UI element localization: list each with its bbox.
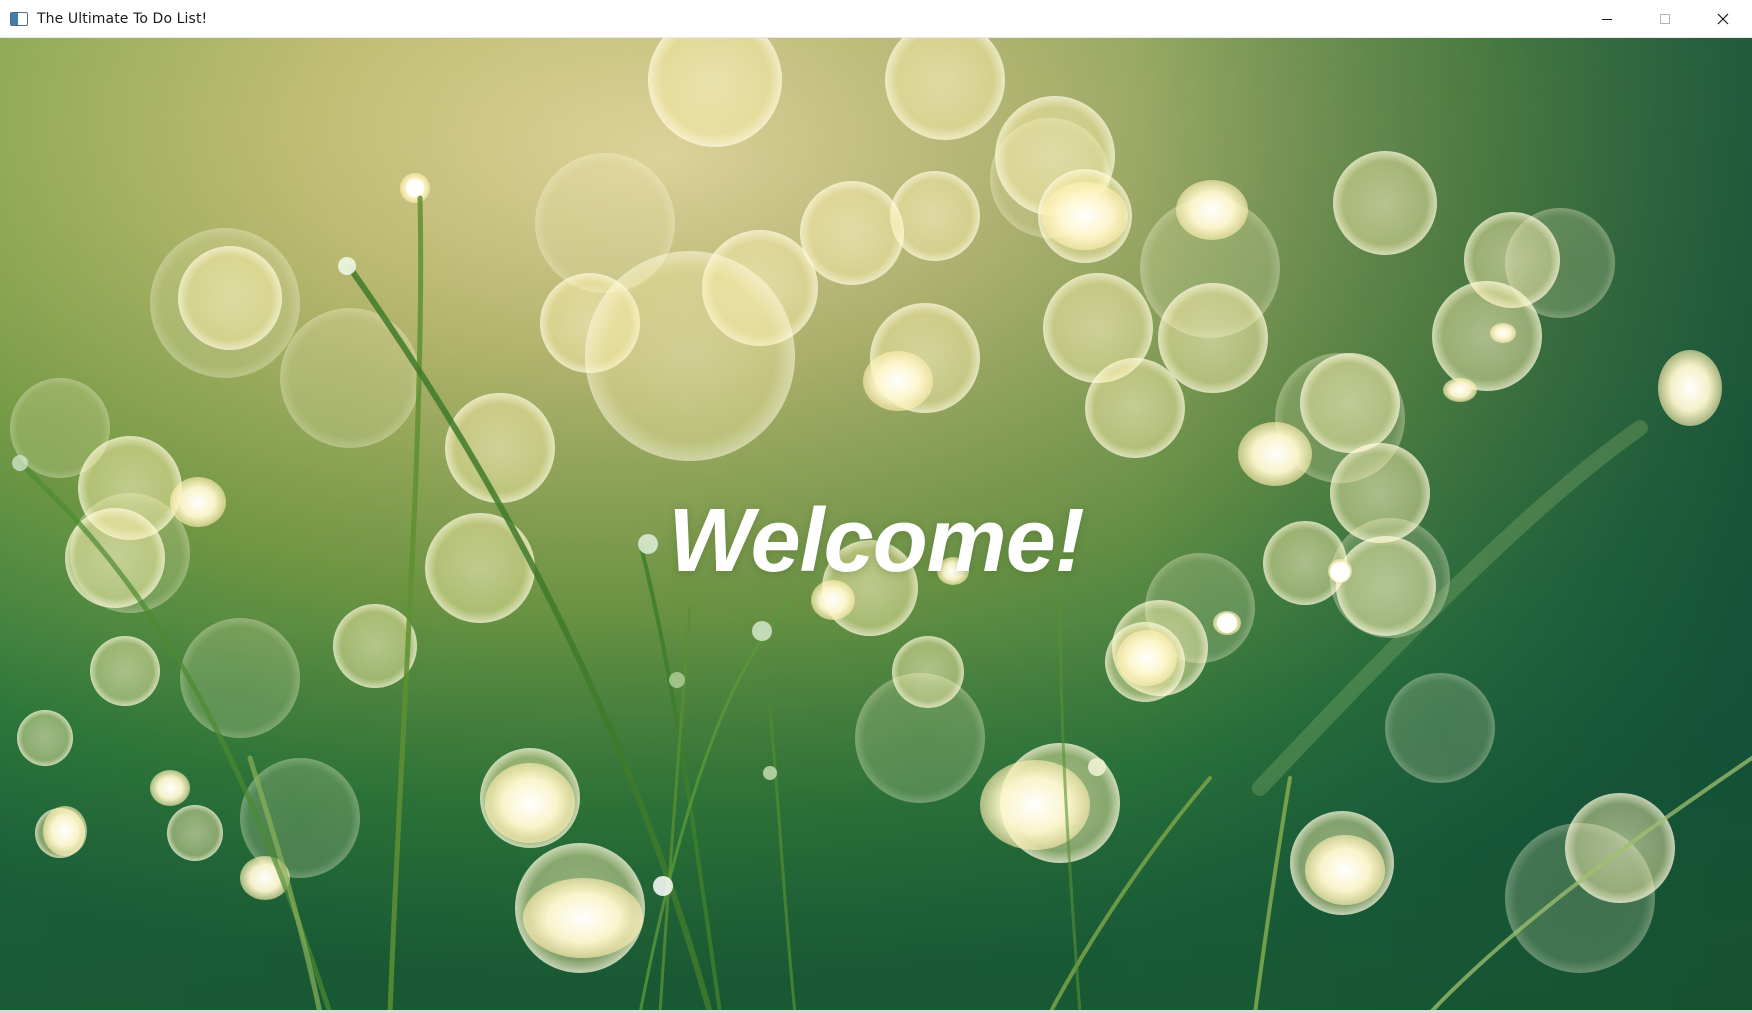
close-icon [1717, 13, 1729, 25]
maximize-button[interactable] [1636, 0, 1694, 38]
minimize-icon [1602, 19, 1612, 20]
maximize-icon [1660, 14, 1670, 24]
app-icon [10, 11, 28, 26]
welcome-heading: Welcome! [668, 491, 1084, 591]
minimize-button[interactable] [1578, 0, 1636, 38]
app-window: The Ultimate To Do List! Welcome! [0, 0, 1752, 1013]
window-title: The Ultimate To Do List! [37, 10, 208, 27]
window-controls [1578, 0, 1752, 38]
title-bar[interactable]: The Ultimate To Do List! [0, 0, 1752, 38]
main-content: Welcome! [0, 38, 1752, 1013]
close-button[interactable] [1694, 0, 1752, 38]
